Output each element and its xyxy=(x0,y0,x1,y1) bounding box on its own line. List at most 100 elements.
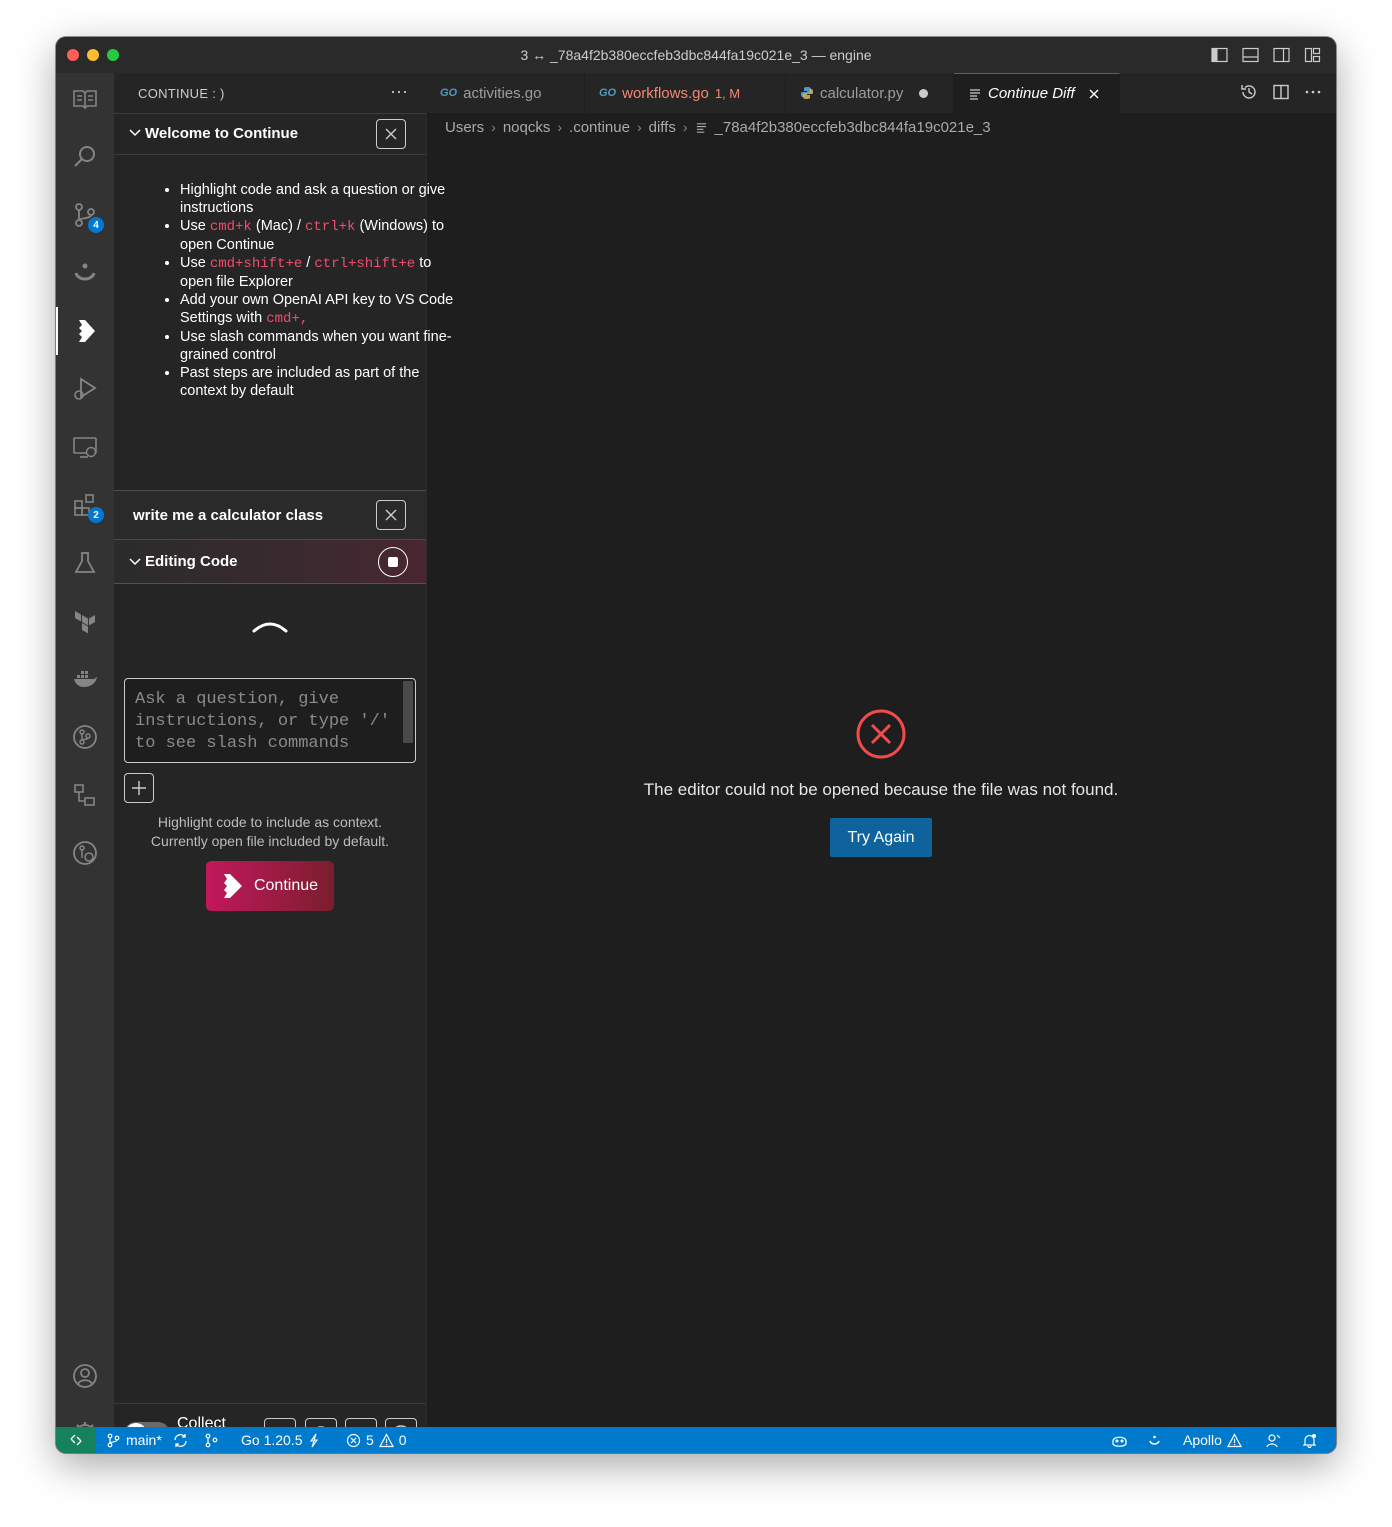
close-welcome-button[interactable] xyxy=(376,119,406,149)
more-actions-button[interactable]: ··· xyxy=(390,81,408,102)
notifications-status[interactable] xyxy=(1302,1427,1317,1453)
activity-terraform[interactable] xyxy=(56,597,114,645)
activity-remote-explorer[interactable] xyxy=(56,423,114,471)
add-context-button[interactable] xyxy=(124,773,154,803)
breadcrumb-item[interactable]: noqcks xyxy=(503,119,551,136)
activity-search[interactable] xyxy=(56,133,114,181)
activity-source-control[interactable]: 4 xyxy=(56,191,114,239)
file-lines-icon xyxy=(696,122,706,133)
keyboard-shortcut: cmd+, xyxy=(266,311,309,327)
history-icon[interactable] xyxy=(1240,83,1258,101)
tip-text: Use xyxy=(180,255,210,271)
flask-icon xyxy=(74,552,96,573)
close-icon xyxy=(385,509,397,521)
tab-activities-go[interactable]: GO activities.go xyxy=(426,73,585,113)
tab-continue-diff[interactable]: Continue Diff xyxy=(954,73,1120,113)
chevron-right-icon: › xyxy=(636,119,642,135)
more-icon[interactable] xyxy=(1304,83,1322,101)
gitlens-icon xyxy=(73,725,97,749)
split-editor-icon[interactable] xyxy=(1272,83,1290,101)
breadcrumb-item[interactable]: diffs xyxy=(649,119,676,136)
vscode-window: 3 ↔ _78a4f2b380eccfeb3dbc844fa19c021e_3 … xyxy=(56,37,1336,1453)
delete-step-button[interactable] xyxy=(376,500,406,530)
activity-explorer[interactable] xyxy=(56,75,114,123)
tip-text: Past steps are included as part of the c… xyxy=(180,365,420,399)
welcome-tip: Use slash commands when you want fine-gr… xyxy=(180,328,458,364)
title-bar: 3 ↔ _78a4f2b380eccfeb3dbc844fa19c021e_3 … xyxy=(56,37,1336,74)
person-feedback-icon xyxy=(1266,1433,1281,1447)
accounts-status[interactable] xyxy=(1266,1427,1281,1453)
activity-accounts[interactable] xyxy=(56,1352,114,1400)
welcome-section-header[interactable]: Welcome to Continue xyxy=(114,113,426,155)
activity-docker[interactable] xyxy=(56,655,114,703)
close-tab-icon[interactable] xyxy=(1087,87,1101,101)
activity-gitlens-inspect[interactable] xyxy=(56,829,114,877)
copilot-status[interactable] xyxy=(1111,1427,1128,1453)
tip-text: Use xyxy=(180,218,210,234)
ask-input[interactable] xyxy=(125,679,401,762)
branch-name: main* xyxy=(126,1432,162,1448)
history-step[interactable]: write me a calculator class xyxy=(114,490,426,540)
extensions-badge: 2 xyxy=(88,507,104,523)
git-branch-icon xyxy=(107,1433,120,1447)
copilot-icon xyxy=(1112,1436,1127,1447)
tab-workflows-go[interactable]: GO workflows.go 1, M xyxy=(585,73,786,113)
welcome-tip: Add your own OpenAI API key to VS Code S… xyxy=(180,291,458,328)
continue-button[interactable]: Continue xyxy=(206,861,334,911)
input-scrollbar[interactable] xyxy=(403,681,413,743)
run-debug-icon xyxy=(74,377,97,400)
activity-extensions[interactable]: 2 xyxy=(56,481,114,529)
activity-run-debug[interactable] xyxy=(56,365,114,413)
welcome-tip: Use cmd+k (Mac) / ctrl+k (Windows) to op… xyxy=(180,217,458,254)
apollo-label: Apollo xyxy=(1183,1432,1222,1448)
gitlens-inspect-icon xyxy=(73,841,97,865)
activity-gitlens[interactable] xyxy=(56,713,114,761)
toggle-primary-sidebar-icon[interactable] xyxy=(1210,46,1229,64)
activity-testing[interactable] xyxy=(56,539,114,587)
breadcrumb-item[interactable]: Users xyxy=(445,119,484,136)
close-icon xyxy=(385,128,397,140)
context-hint-line-1: Highlight code to include as context. xyxy=(157,814,383,830)
unsaved-dot-icon[interactable] xyxy=(919,88,929,98)
toggle-secondary-sidebar-icon[interactable] xyxy=(1272,46,1291,64)
continue-button-label: Continue xyxy=(253,877,319,894)
stop-button[interactable] xyxy=(378,547,408,577)
chevron-right-icon: › xyxy=(491,119,496,135)
welcome-tip: Use cmd+shift+e / ctrl+shift+e to open f… xyxy=(180,254,458,291)
sync-icon[interactable] xyxy=(173,1433,188,1448)
activity-continue[interactable] xyxy=(56,307,116,355)
activity-hierarchy[interactable] xyxy=(56,771,114,819)
toggle-panel-icon[interactable] xyxy=(1241,46,1260,64)
stop-icon xyxy=(388,557,398,567)
live-share-status[interactable] xyxy=(1147,1427,1162,1453)
editing-code-step[interactable]: Editing Code xyxy=(114,540,426,584)
error-circle-icon xyxy=(856,709,906,759)
breadcrumb-item[interactable]: .continue xyxy=(569,119,630,136)
warning-icon xyxy=(378,1432,394,1447)
activity-bar: 4 2 xyxy=(56,73,116,1444)
tab-label: activities.go xyxy=(463,84,542,102)
apollo-status[interactable]: Apollo xyxy=(1183,1427,1242,1453)
editor-tabs: GO activities.go GO workflows.go 1, M ca… xyxy=(426,73,1336,113)
docker-icon xyxy=(74,671,97,687)
gitlens-status[interactable] xyxy=(204,1427,219,1453)
ask-input-container xyxy=(124,678,416,763)
smile-icon xyxy=(1149,1435,1160,1445)
breadcrumb-item[interactable]: _78a4f2b380eccfeb3dbc844fa19c021e_3 xyxy=(715,119,991,136)
welcome-tips-list: Highlight code and ask a question or giv… xyxy=(146,181,458,400)
customize-layout-icon[interactable] xyxy=(1303,46,1322,64)
branch-status[interactable]: main* xyxy=(106,1427,188,1453)
tab-label: Continue Diff xyxy=(988,85,1075,102)
activity-github-copilot[interactable] xyxy=(56,249,114,297)
tab-calculator-py[interactable]: calculator.py xyxy=(786,73,954,113)
tip-text: Use slash commands when you want fine-gr… xyxy=(180,329,452,363)
sidebar-title: CONTINUE : ) xyxy=(138,86,225,101)
try-again-button[interactable]: Try Again xyxy=(830,818,932,857)
loading-spinner-icon xyxy=(252,622,288,633)
remote-indicator[interactable] xyxy=(56,1427,96,1453)
go-version-status[interactable]: Go 1.20.5 xyxy=(241,1427,320,1453)
problems-status[interactable]: 5 0 xyxy=(346,1427,407,1453)
error-icon xyxy=(346,1433,361,1447)
file-lines-icon xyxy=(970,88,980,100)
chevron-down-icon xyxy=(129,129,141,137)
